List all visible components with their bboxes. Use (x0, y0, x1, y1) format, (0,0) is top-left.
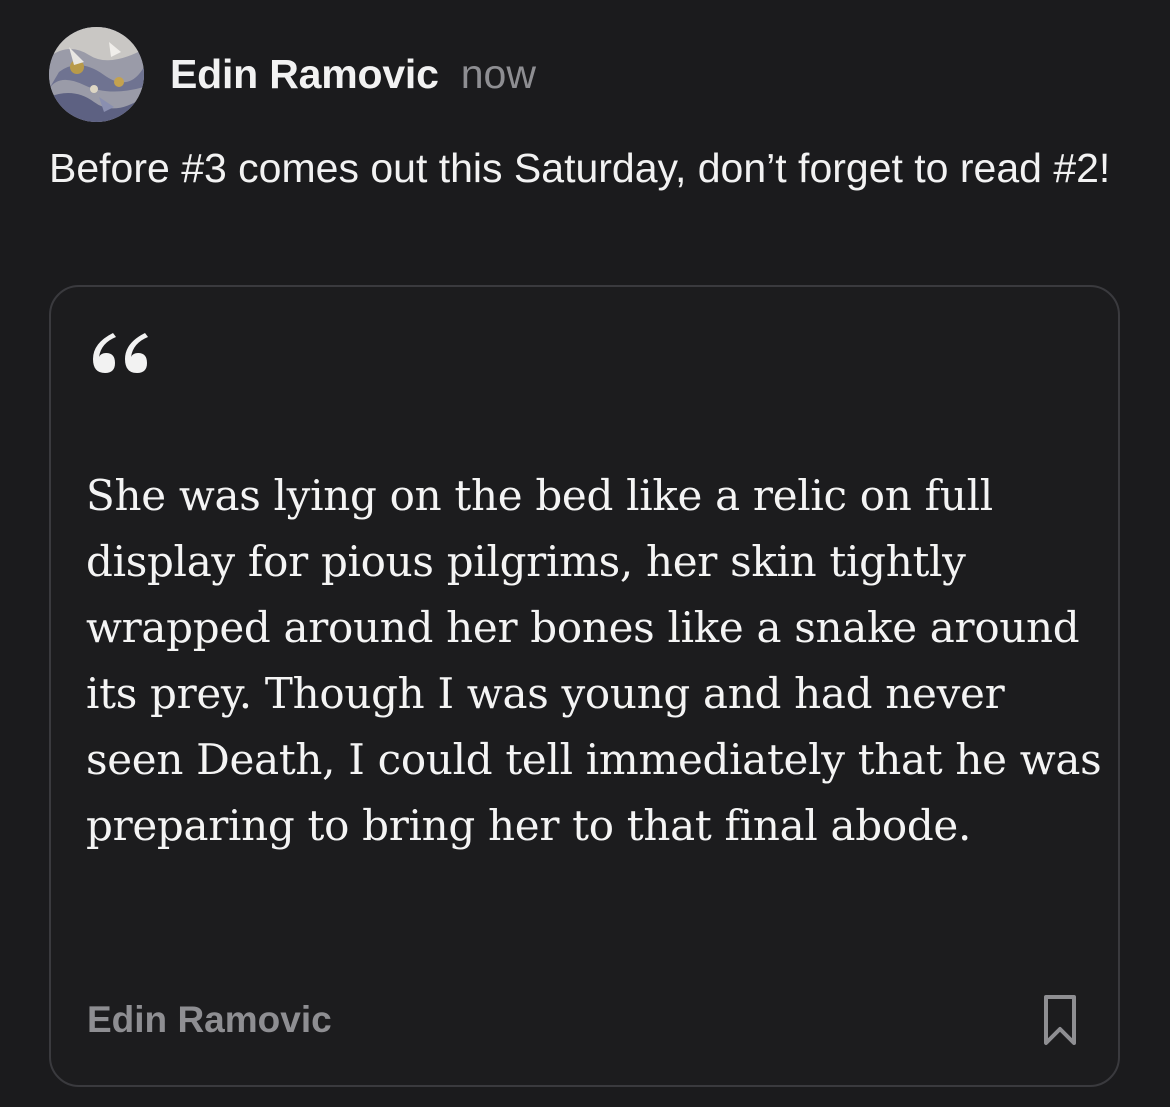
quote-text: She was lying on the bed like a relic on… (86, 471, 1102, 850)
quote-author: Edin Ramovic (87, 999, 332, 1040)
post-text: Before #3 comes out this Saturday, don’t… (49, 145, 1111, 191)
author-name[interactable]: Edin Ramovic (170, 51, 439, 98)
timestamp: now (460, 50, 536, 97)
quote-mark-icon (89, 331, 153, 377)
avatar[interactable] (49, 26, 144, 122)
post: Edin Ramovic now Before #3 comes out thi… (0, 0, 1170, 1107)
quote-card[interactable]: She was lying on the bed like a relic on… (49, 285, 1120, 1087)
bookmark-icon[interactable] (1042, 994, 1078, 1046)
post-header: Edin Ramovic now (49, 26, 536, 122)
avatar-image (49, 26, 144, 122)
